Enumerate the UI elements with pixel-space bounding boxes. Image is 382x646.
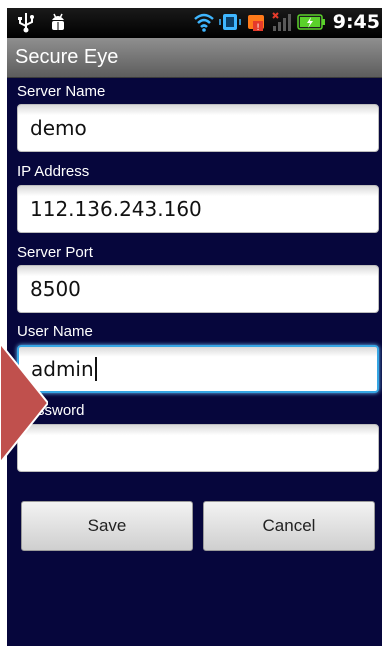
signal-icon [271, 11, 293, 33]
app-title-bar: Secure Eye [7, 38, 382, 78]
pointer-arrow [0, 343, 48, 463]
android-debug-icon [47, 11, 69, 33]
save-button[interactable]: Save [21, 501, 193, 551]
server-port-field[interactable]: 8500 [17, 265, 379, 313]
text-cursor [94, 357, 97, 381]
status-time: 9:45 [332, 11, 380, 33]
status-bar: ! 9:45 [7, 8, 382, 38]
notification-icon: ! [245, 11, 267, 33]
app-screen: ! 9:45 Secure Eye Server Name demo IP Ad… [7, 8, 382, 646]
server-name-label: Server Name [17, 83, 106, 100]
usb-icon [15, 11, 37, 33]
wifi-icon [193, 11, 215, 33]
sync-icon [218, 11, 241, 33]
server-port-label: Server Port [17, 244, 93, 261]
app-title: Secure Eye [15, 46, 119, 68]
battery-charging-icon [296, 11, 325, 33]
server-name-value: demo [30, 116, 87, 140]
ip-address-label: IP Address [17, 163, 90, 180]
ip-address-field[interactable]: 112.136.243.160 [17, 185, 379, 233]
user-name-label: User Name [17, 323, 93, 340]
user-name-field[interactable]: admin [17, 345, 379, 393]
password-field[interactable] [17, 424, 379, 472]
server-port-value: 8500 [30, 277, 81, 301]
svg-text:!: ! [256, 23, 260, 33]
cancel-button[interactable]: Cancel [203, 501, 375, 551]
ip-address-value: 112.136.243.160 [30, 197, 202, 221]
server-name-field[interactable]: demo [17, 104, 379, 152]
